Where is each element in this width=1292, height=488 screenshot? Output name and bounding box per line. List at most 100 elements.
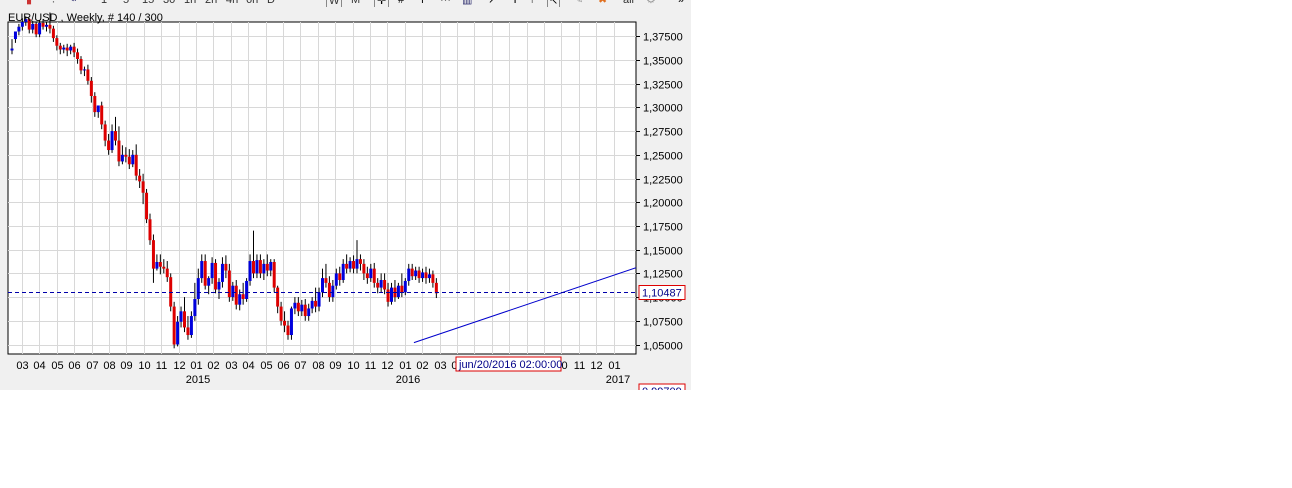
candle-body [417, 270, 421, 279]
y-tick-label: 1,20000 [643, 198, 683, 210]
current-price-label: 1,10487 [642, 288, 682, 300]
candle-body [252, 261, 255, 274]
tf-m30-button[interactable]: 30 [163, 0, 175, 6]
candle-body [427, 274, 431, 279]
pencil-icon[interactable]: ✎ [574, 0, 583, 6]
candle-body [376, 282, 380, 288]
candle-body [72, 46, 76, 53]
candle-body [158, 261, 162, 267]
plot-area [7, 21, 637, 355]
candle-body [103, 124, 107, 141]
settings-icon[interactable]: ⚙ [646, 0, 656, 6]
more-button[interactable]: » [678, 0, 684, 6]
all-button[interactable]: all [623, 0, 634, 6]
tf-m1-button[interactable]: 1 [101, 0, 107, 6]
y-tick-label: 1,27500 [643, 127, 683, 139]
arrow-icon[interactable]: ↗ [488, 0, 497, 6]
candle-body [48, 24, 52, 29]
candle-body [120, 154, 124, 162]
vertical-line-icon[interactable]: ǀ [421, 0, 424, 6]
tf-h6-button[interactable]: 6h [246, 0, 258, 6]
horizontal-line-icon[interactable]: ⋯ [440, 0, 451, 6]
candle-body [403, 280, 407, 293]
candle-body [224, 263, 228, 271]
candle-body [172, 306, 176, 345]
x-tick-label: 07 [86, 360, 98, 372]
candle-body [317, 292, 321, 307]
x-tick-label: 09 [329, 360, 341, 372]
candle-body [138, 175, 142, 182]
bar-chart-icon[interactable]: ▥ [462, 0, 472, 6]
candle-body [383, 280, 387, 290]
candle-body [127, 156, 131, 165]
zoom-icon[interactable]: ⌁ [70, 0, 77, 6]
x-tick-label: 02 [207, 360, 219, 372]
x-tick-label: 11 [156, 360, 167, 372]
x-tick-label: 10 [138, 360, 150, 372]
candle-body [424, 272, 428, 279]
x-tick-label: 03 [16, 360, 28, 372]
candle-body [421, 272, 425, 279]
y-tick-label: 1,25000 [643, 151, 683, 163]
candle-body [207, 278, 211, 286]
candle-body [183, 311, 186, 328]
chart-type-icon[interactable]: ▮ [26, 0, 32, 6]
candle-body [352, 261, 356, 269]
candle-body [34, 23, 38, 35]
x-tick-label: 04 [242, 360, 254, 372]
candle-body [69, 46, 73, 51]
candle-body [45, 24, 48, 27]
candle-body [55, 38, 59, 46]
tf-m15-button[interactable]: 15 [142, 0, 154, 6]
y-tick-label: 1,17500 [643, 222, 683, 234]
candle-body [210, 262, 214, 279]
tf-m5-button[interactable]: 5 [123, 0, 129, 6]
text-tool-icon[interactable]: ᒣ [510, 0, 517, 6]
candle-body [141, 181, 145, 193]
candle-body [400, 285, 404, 293]
candle-body [13, 31, 17, 40]
x-tick-label: 08 [312, 360, 324, 372]
candle-body [176, 321, 180, 345]
tf-mn-button[interactable]: M [351, 0, 360, 6]
candles-icon[interactable]: ⫶ [52, 0, 55, 6]
chart-area[interactable]: 1,37500 1,35000 1,32500 1,30000 1,27500 1,250… [0, 7, 691, 390]
cursor-icon[interactable]: ↖ [547, 0, 561, 7]
candle-body [62, 47, 66, 50]
candle-body [76, 52, 80, 59]
candle-body [414, 270, 418, 277]
tf-h1-button[interactable]: 1h [184, 0, 196, 6]
tf-h2-button[interactable]: 2h [205, 0, 217, 6]
candle-body [338, 273, 342, 281]
candlestick-chart[interactable]: 1,37500 1,35000 1,32500 1,30000 1,27500 1,250… [0, 7, 691, 390]
candle-body [58, 45, 62, 50]
tf-d1-button[interactable]: D [267, 0, 275, 6]
tf-w1-button[interactable]: W [326, 0, 343, 7]
candle-body [276, 287, 280, 307]
candle-body [155, 261, 159, 269]
tf-h4-button[interactable]: 4h [226, 0, 238, 6]
candle-body [327, 282, 331, 298]
candle-body [293, 302, 297, 309]
x-tick-label: 11 [574, 360, 585, 372]
candle-body [272, 261, 276, 288]
timeframe-toolbar: ▮ ⫶ ⌁ 1 5 15 30 1h 2h 4h 6h D W M ✛ # ǀ … [0, 0, 691, 7]
candle-body [234, 285, 238, 305]
fibonacci-icon[interactable]: ⫩ [529, 0, 535, 6]
crosshair-icon[interactable]: ✛ [374, 0, 390, 7]
candle-body [296, 302, 300, 312]
x-tick-label: 06 [277, 360, 289, 372]
candle-body [241, 294, 245, 299]
candle-body [117, 140, 121, 162]
x-tick-label: 10 [347, 360, 359, 372]
candle-body [355, 259, 359, 269]
candle-body [231, 285, 235, 298]
x-tick-label: 02 [416, 360, 428, 372]
candle-body [379, 280, 383, 288]
candle-body [331, 285, 335, 298]
delete-icon[interactable]: ✖ [598, 0, 607, 6]
crosshair-time-label: jun/20/2016 02:00:00 [458, 359, 562, 371]
candle-body [179, 311, 183, 322]
candle-body [307, 308, 311, 317]
grid-icon[interactable]: # [398, 0, 404, 6]
